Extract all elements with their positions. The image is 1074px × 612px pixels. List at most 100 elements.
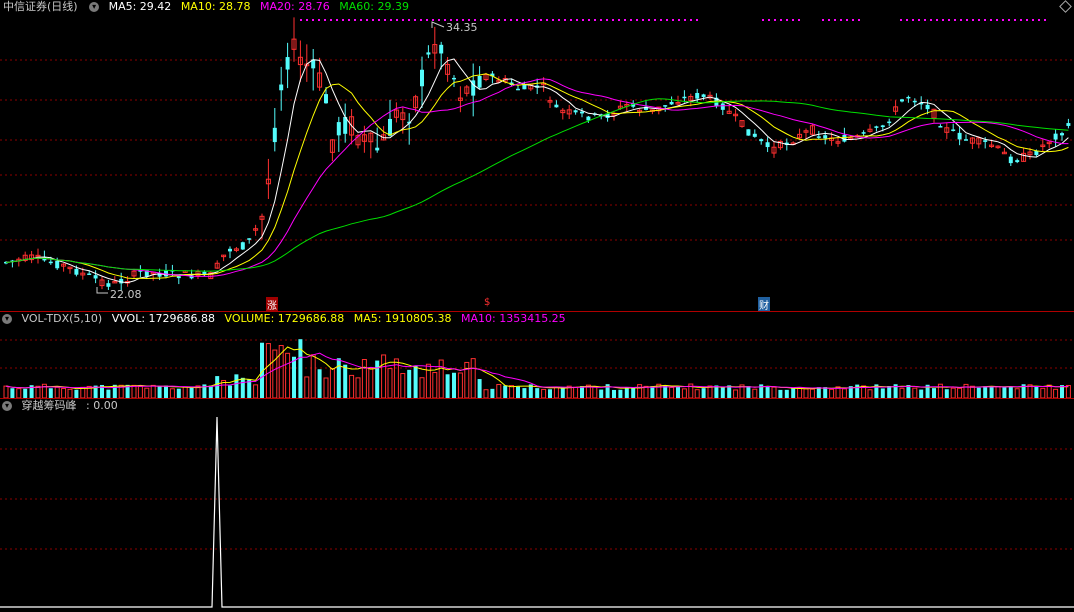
volume-chart[interactable] [0,312,1074,398]
top-dot [648,19,650,21]
top-dot [966,19,968,21]
top-dot [858,19,860,21]
volume-bar [381,354,387,398]
ma60-line [5,98,1069,272]
volume-bar [637,384,643,398]
volume-bar [823,387,828,398]
top-dot [618,19,620,21]
marker-cai[interactable]: 财 [758,297,770,312]
candle-body [247,238,252,240]
top-dot [480,19,482,21]
top-dot [906,19,908,21]
top-dot [492,19,494,21]
volume-bar [663,385,668,398]
volume-bar [164,385,168,398]
volume-bar [746,386,751,398]
candle-body [375,147,380,151]
volume-bar [106,389,111,398]
volume-bar [169,388,175,398]
top-dot [576,19,578,21]
candle-body [874,126,879,128]
candle-body [1008,156,1013,164]
volume-bar [752,388,758,398]
volume-bar [778,389,783,398]
top-dot [984,19,986,21]
top-dot [936,19,938,21]
top-dot [900,19,902,21]
volume-bar [23,388,28,398]
volume-bar [803,388,809,398]
volume-bar [375,360,380,398]
volume-bar [310,354,316,398]
volume-panel[interactable]: ▾ VOL-TDX(5,10) VVOL: 1729686.88 VOLUME:… [0,312,1074,398]
volume-bar [445,374,450,398]
volume-bar [157,386,162,398]
indicator-panel[interactable]: ▾ 穿越筹码峰 : 0.00 [0,399,1074,612]
volume-bar [208,385,213,398]
candle-body [1053,133,1058,140]
volume-bar [932,388,936,398]
top-dot [942,19,944,21]
candle-body [906,96,911,99]
volume-bar [144,387,150,398]
top-dot [1044,19,1046,21]
volume-bar [560,387,565,398]
top-dot [912,19,914,21]
top-dot [516,19,518,21]
volume-bar [35,385,41,398]
candle-body [765,142,770,148]
top-dot [366,19,368,21]
price-panel[interactable]: 中信证券(日线) ▾ MA5: 29.42 MA10: 28.78 MA20: … [0,0,1074,312]
candle-body [746,129,751,136]
high-price-label: 34.35 [446,21,478,34]
top-dot [654,19,656,21]
candle-body [663,105,668,107]
top-dot [792,19,794,21]
volume-bar [829,388,835,398]
marker-zhang[interactable]: 涨 [266,297,278,312]
volume-bar [1014,388,1020,398]
marker-dollar[interactable]: $ [484,297,490,308]
volume-bar [1034,386,1039,398]
candle-body [669,101,674,105]
top-dot [342,19,344,21]
top-dot [306,19,308,21]
top-dot [318,19,320,21]
candle-body [925,104,930,110]
top-dot [528,19,530,21]
volume-bar [304,376,310,398]
candle-body [951,129,956,131]
volume-bar [483,389,489,398]
top-dot [978,19,980,21]
volume-bar [3,385,9,398]
volume-bar [989,386,994,398]
candle-body [701,94,706,97]
top-dot [930,19,932,21]
volume-bar [48,388,53,398]
top-dot [360,19,362,21]
candle-body [388,118,392,136]
top-dot [828,19,830,21]
volume-bar [694,389,700,398]
volume-bar [919,389,924,398]
top-dot [780,19,782,21]
volume-bar [438,359,444,398]
volume-bar [413,365,418,398]
candle-body [720,103,725,110]
ma10-line [5,73,1069,280]
volume-bar [957,387,963,398]
top-dot [642,19,644,21]
top-dot [1038,19,1040,21]
price-chart[interactable] [0,0,1074,310]
candle-body [983,140,988,142]
candle-body [516,88,520,91]
top-dot [972,19,974,21]
candle-body [426,52,431,55]
indicator-chart[interactable] [0,399,1074,612]
top-dot [324,19,326,21]
candle-body [74,268,79,275]
volume-bar [496,384,502,398]
candle-body [93,275,98,279]
volume-bar [816,387,821,398]
top-dot [402,19,404,21]
